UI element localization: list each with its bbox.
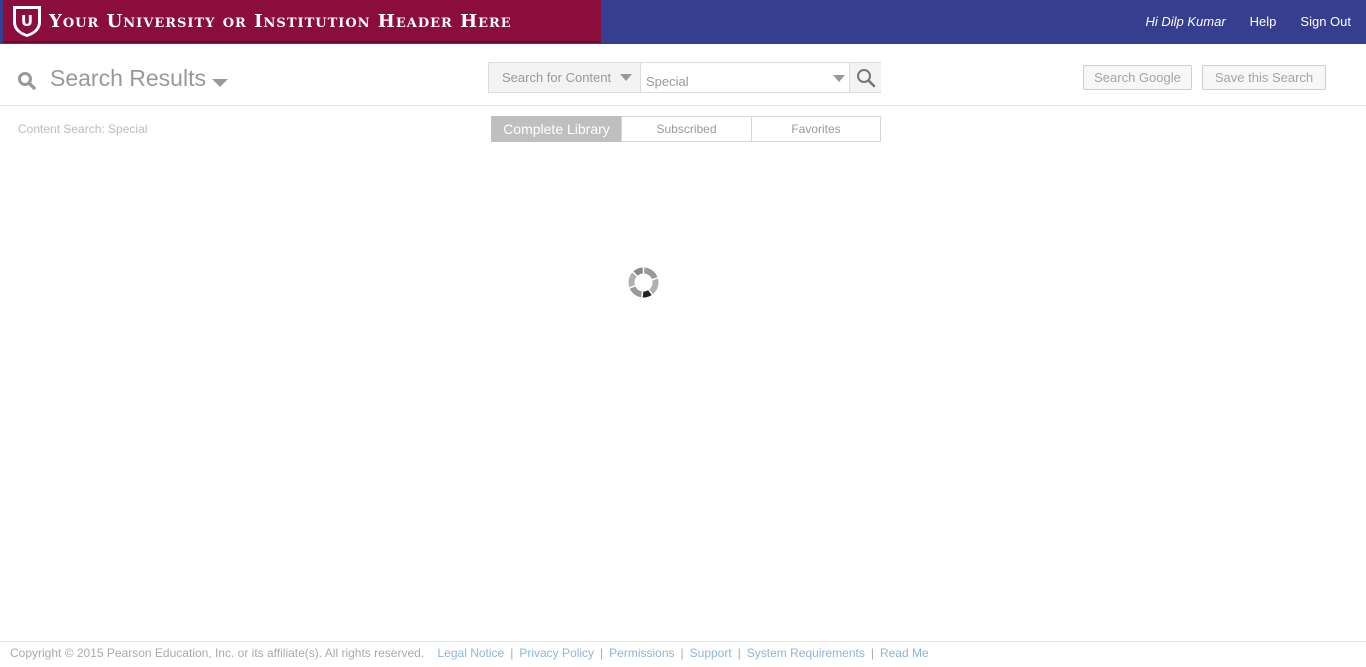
- user-greeting: Hi Dilp Kumar: [1145, 14, 1226, 29]
- help-link[interactable]: Help: [1250, 14, 1277, 29]
- footer-link-support[interactable]: Support: [690, 646, 732, 660]
- content-search-label: Content Search: Special: [18, 122, 148, 136]
- search-toolbar: Search Results Search for Content Search…: [0, 44, 1366, 106]
- copyright-text: Copyright © 2015 Pearson Education, Inc.…: [10, 646, 425, 660]
- footer-link-legal-notice[interactable]: Legal Notice: [438, 646, 505, 660]
- footer-separator: |: [510, 646, 514, 660]
- tab-complete-library[interactable]: Complete Library: [491, 116, 622, 142]
- search-box: Search for Content: [488, 62, 881, 93]
- footer-link-read-me[interactable]: Read Me: [880, 646, 929, 660]
- banner-title: Your University or Institution Header He…: [49, 11, 512, 32]
- shield-logo-icon: U: [13, 6, 41, 37]
- tab-subscribed[interactable]: Subscribed: [621, 116, 752, 142]
- library-tabs: Complete Library Subscribed Favorites: [491, 116, 881, 142]
- shield-letter: U: [21, 12, 33, 30]
- page-title: Search Results: [50, 65, 206, 91]
- tab-favorites[interactable]: Favorites: [751, 116, 881, 142]
- institution-banner: U Your University or Institution Header …: [3, 0, 601, 43]
- footer-separator: |: [600, 646, 604, 660]
- footer-separator: |: [737, 646, 741, 660]
- search-type-select[interactable]: Search for Content: [489, 63, 641, 92]
- search-icon: [18, 72, 36, 90]
- loading-spinner-icon: [628, 266, 659, 299]
- search-input[interactable]: [642, 63, 848, 92]
- footer-link-system-requirements[interactable]: System Requirements: [747, 646, 865, 660]
- search-submit-button[interactable]: [849, 63, 881, 92]
- top-nav-bar: U Your University or Institution Header …: [0, 0, 1366, 44]
- user-nav: Hi Dilp Kumar Help Sign Out: [1145, 14, 1351, 29]
- caret-down-icon[interactable]: [212, 79, 228, 87]
- footer-separator: |: [680, 646, 684, 660]
- magnifier-icon: [857, 69, 876, 88]
- footer-separator: |: [870, 646, 874, 660]
- search-type-label: Search for Content: [502, 70, 612, 85]
- search-google-button[interactable]: Search Google: [1083, 65, 1192, 90]
- footer: Copyright © 2015 Pearson Education, Inc.…: [0, 641, 1366, 667]
- chevron-down-icon: [620, 74, 632, 81]
- query-dropdown-chevron-icon[interactable]: [833, 75, 845, 82]
- footer-link-privacy-policy[interactable]: Privacy Policy: [519, 646, 594, 660]
- save-search-button[interactable]: Save this Search: [1202, 65, 1326, 90]
- footer-link-permissions[interactable]: Permissions: [609, 646, 674, 660]
- sign-out-link[interactable]: Sign Out: [1300, 14, 1351, 29]
